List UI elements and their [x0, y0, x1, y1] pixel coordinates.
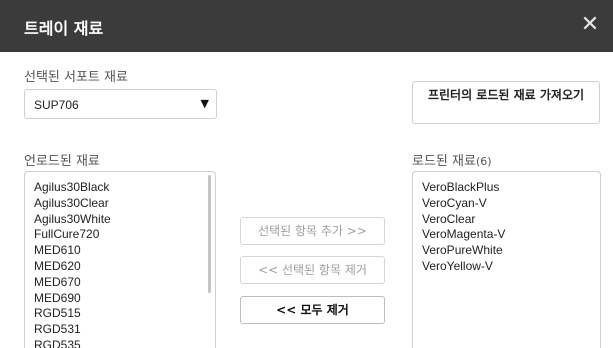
loaded-materials-label: 로드된 재료(6): [412, 150, 492, 169]
list-item[interactable]: Agilus30Black: [34, 180, 215, 196]
list-item[interactable]: VeroPureWhite: [422, 243, 600, 259]
list-item[interactable]: RGD535: [34, 338, 215, 348]
list-item[interactable]: MED620: [34, 259, 215, 275]
unloaded-materials-label: 언로드된 재료: [24, 154, 100, 169]
dialog-titlebar: 트레이 재료 ✕: [0, 0, 613, 52]
list-item[interactable]: FullCure720: [34, 227, 215, 243]
get-loaded-materials-button[interactable]: 프린터의 로드된 재료 가져오기: [412, 81, 600, 124]
list-item[interactable]: VeroClear: [422, 212, 600, 228]
list-item[interactable]: VeroCyan-V: [422, 196, 600, 212]
list-item[interactable]: MED610: [34, 243, 215, 259]
list-item[interactable]: MED690: [34, 291, 215, 307]
list-item[interactable]: VeroYellow-V: [422, 259, 600, 275]
list-item[interactable]: RGD515: [34, 306, 215, 322]
list-item[interactable]: Agilus30Clear: [34, 196, 215, 212]
support-material-value: SUP706: [34, 98, 79, 112]
remove-selected-button[interactable]: << 선택된 항목 제거: [240, 256, 385, 284]
dialog-title: 트레이 재료: [24, 19, 104, 38]
list-item[interactable]: MED670: [34, 275, 215, 291]
add-selected-button[interactable]: 선택된 항목 추가 >>: [240, 217, 385, 245]
support-material-label: 선택된 서포트 재료: [24, 70, 128, 85]
unloaded-materials-list[interactable]: Agilus30Black Agilus30Clear Agilus30White F…: [24, 171, 216, 348]
close-icon[interactable]: ✕: [575, 10, 605, 40]
loaded-materials-count: (6): [475, 155, 492, 168]
chevron-down-icon: ▼: [200, 97, 209, 110]
list-item[interactable]: RGD531: [34, 322, 215, 338]
list-item[interactable]: VeroBlackPlus: [422, 180, 600, 196]
loaded-materials-label-text: 로드된 재료: [412, 154, 476, 169]
list-item[interactable]: VeroMagenta-V: [422, 227, 600, 243]
remove-all-button[interactable]: << 모두 제거: [240, 296, 385, 324]
support-material-select[interactable]: SUP706 ▼: [24, 89, 217, 119]
loaded-materials-list[interactable]: VeroBlackPlus VeroCyan-V VeroClear VeroMage…: [412, 171, 601, 348]
list-item[interactable]: Agilus30White: [34, 212, 215, 228]
unloaded-list-scrollbar[interactable]: [208, 175, 211, 293]
